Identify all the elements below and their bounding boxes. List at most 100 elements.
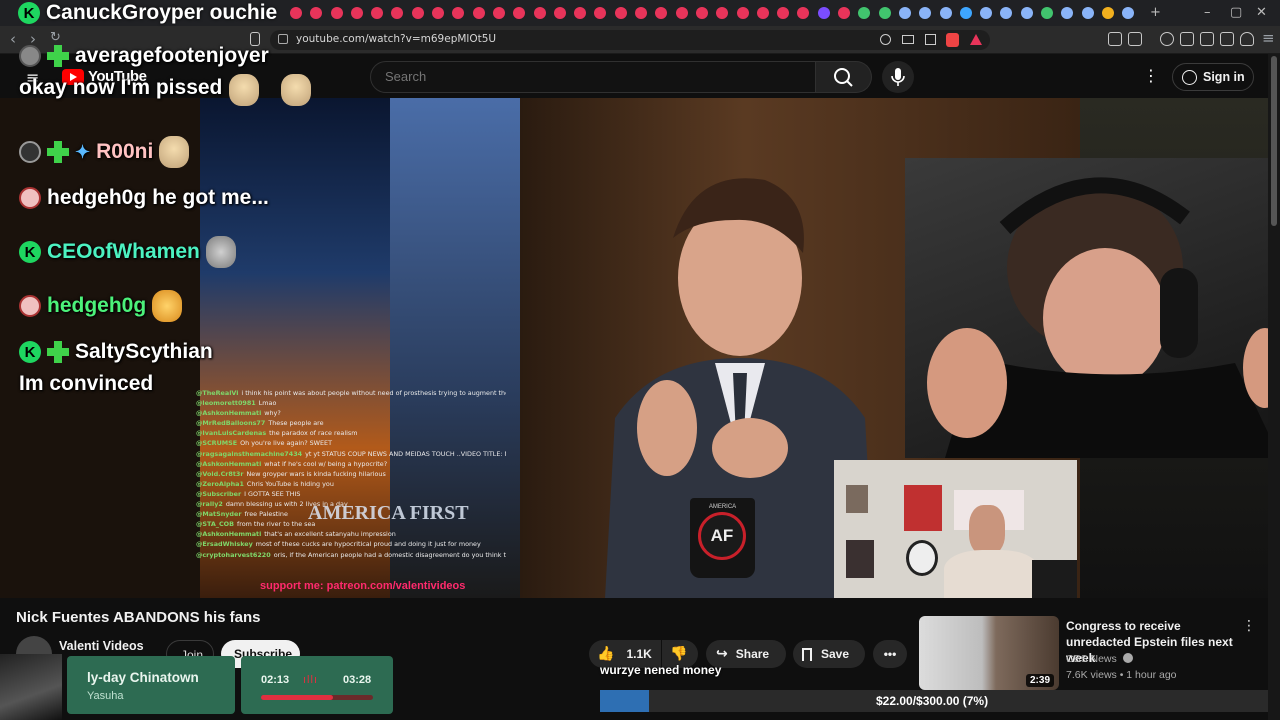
chat-line-1: averagefootenjoyer xyxy=(19,44,269,68)
recommended-menu-icon[interactable]: ⋮ xyxy=(1242,618,1256,634)
scrollbar-thumb[interactable] xyxy=(1271,56,1277,226)
search-button[interactable] xyxy=(816,61,872,93)
tab-favicon-icon[interactable] xyxy=(817,7,830,19)
embedded-chat-line: @ZeroAlpha1 Chris YouTube is hiding you xyxy=(196,479,506,489)
top-chat-message: ouchie xyxy=(209,1,278,24)
pip-webcam xyxy=(834,460,1077,598)
tab-favicon-icon[interactable] xyxy=(371,7,384,19)
embedded-chat-user: @IvanLuisCardenas xyxy=(196,429,267,438)
tab-favicon-icon[interactable] xyxy=(472,7,485,19)
tab-favicon-icon[interactable] xyxy=(1101,7,1114,19)
recommended-meta: 7.6K views • 1 hour ago xyxy=(1066,669,1177,681)
embedded-chat-user: @AshkonHemmati xyxy=(196,530,262,539)
recommended-thumbnail[interactable]: 2:39 xyxy=(919,616,1059,690)
page-scrollbar[interactable] xyxy=(1268,54,1280,720)
screenshot-icon[interactable] xyxy=(1128,32,1142,46)
tab-favicon-icon[interactable] xyxy=(777,7,790,19)
embedded-chat-line: @IvanLuisCardenas the paradox of race rea… xyxy=(196,428,506,438)
tab-favicon-icon[interactable] xyxy=(411,7,424,19)
tab-favicon-icon[interactable] xyxy=(919,7,932,19)
tab-favicon-icon[interactable] xyxy=(675,7,688,19)
embedded-chat-user: @AshkonHemmati xyxy=(196,409,262,418)
browser-menu-icon[interactable]: ≡ xyxy=(1262,29,1275,47)
tab-favicon-icon[interactable] xyxy=(513,7,526,19)
vpn-icon[interactable] xyxy=(1240,32,1254,46)
brave-shield-icon[interactable] xyxy=(946,33,959,47)
tab-favicon-icon[interactable] xyxy=(756,7,769,19)
tab-favicon-icon[interactable] xyxy=(492,7,505,19)
tab-favicon-icon[interactable] xyxy=(452,7,465,19)
tab-favicon-icon[interactable] xyxy=(614,7,627,19)
tab-favicon-icon[interactable] xyxy=(655,7,668,19)
search-box xyxy=(370,61,816,93)
embedded-chat-text: why? xyxy=(264,409,281,418)
tab-favicon-icon[interactable] xyxy=(1122,7,1135,19)
tab-favicon-icon[interactable] xyxy=(432,7,445,19)
now-playing-widget: ly-day Chinatown Yasuha 02:13 ıllı 03:28 xyxy=(0,654,395,720)
more-icon: ••• xyxy=(883,647,897,661)
leo-icon[interactable] xyxy=(1220,32,1234,46)
settings-menu-icon[interactable]: ⋮ xyxy=(1143,66,1159,85)
tab-favicon-icon[interactable] xyxy=(553,7,566,19)
tab-favicon-icon[interactable] xyxy=(736,7,749,19)
tab-favicon-icon[interactable] xyxy=(635,7,648,19)
tab-favicon-icon[interactable] xyxy=(1040,7,1053,19)
tab-favicon-icon[interactable] xyxy=(594,7,607,19)
tab-favicon-icon[interactable] xyxy=(716,7,729,19)
wallet-icon[interactable] xyxy=(1200,32,1214,46)
sub-goal-bar: $22.00/$300.00 (7%) xyxy=(600,690,1270,712)
save-button[interactable]: Save xyxy=(793,640,865,668)
media-icon[interactable] xyxy=(1160,32,1174,46)
tab-favicon-icon[interactable] xyxy=(878,7,891,19)
tab-favicon-icon[interactable] xyxy=(1000,7,1013,19)
cast-icon[interactable] xyxy=(902,35,914,44)
chat-message-1: okay now I'm pissed xyxy=(19,76,223,99)
tab-favicon-icon[interactable] xyxy=(574,7,587,19)
streamer-webcam xyxy=(905,158,1280,458)
embedded-chat-text: Oh you're live again? SWEET xyxy=(240,439,332,448)
embedded-chat-user: @ragsagainsthemachine7434 xyxy=(196,449,303,458)
sidebar-icon[interactable] xyxy=(1180,32,1194,46)
tab-favicon-icon[interactable] xyxy=(939,7,952,19)
extensions-icon[interactable] xyxy=(1108,32,1122,46)
tab-favicon-icon[interactable] xyxy=(898,7,911,19)
tab-favicon-icon[interactable] xyxy=(1020,7,1033,19)
more-actions-button[interactable]: ••• xyxy=(873,640,907,668)
share-page-icon[interactable] xyxy=(925,34,936,45)
tab-favicon-icon[interactable] xyxy=(1061,7,1074,19)
track-artist: Yasuha xyxy=(87,690,124,702)
tab-favicon-icon[interactable] xyxy=(533,7,546,19)
embedded-chat-user: @rally2 xyxy=(196,500,223,509)
video-title: Nick Fuentes ABANDONS his fans xyxy=(16,609,261,626)
zoom-icon[interactable] xyxy=(880,34,891,45)
embedded-chat-user: @leomorett0981 xyxy=(196,399,256,408)
voice-search-button[interactable] xyxy=(882,61,914,93)
embedded-chat-text: damn blessing us with 2 lives in a day xyxy=(225,500,348,509)
channel-name[interactable]: Valenti Videos xyxy=(59,639,144,653)
embedded-chat-line: @AshkonHemmati that's an excellent satany… xyxy=(196,529,506,539)
save-icon xyxy=(802,647,812,661)
embedded-chat-text: yt yt STATUS COUP NEWS AND MEIDAS TOUCH … xyxy=(305,449,506,458)
top-chat-username: CanuckGroyper xyxy=(46,1,204,24)
coffee-mug: AMERICA AF xyxy=(690,498,755,578)
tab-favicon-icon[interactable] xyxy=(858,7,871,19)
minimize-window-icon[interactable]: – xyxy=(1204,5,1211,20)
new-tab-icon[interactable]: + xyxy=(1150,5,1161,20)
tab-favicon-icon[interactable] xyxy=(838,7,851,19)
soldier-emote-icon xyxy=(281,74,311,106)
tab-favicon-icon[interactable] xyxy=(959,7,972,19)
tab-favicon-icon[interactable] xyxy=(1081,7,1094,19)
rewards-icon[interactable] xyxy=(970,34,982,45)
maximize-window-icon[interactable]: ▢ xyxy=(1230,5,1242,20)
sign-in-button[interactable]: Sign in xyxy=(1172,63,1254,91)
tab-favicon-icon[interactable] xyxy=(695,7,708,19)
embedded-chat-line: @MatSnyder free Palestine xyxy=(196,509,506,519)
url-field[interactable]: youtube.com/watch?v=m69epMlOt5U xyxy=(270,30,990,50)
tab-favicon-icon[interactable] xyxy=(980,7,993,19)
search-input[interactable] xyxy=(385,69,785,84)
close-window-icon[interactable]: ✕ xyxy=(1256,5,1267,20)
chat-line-2: ✦ R00ni xyxy=(19,136,190,168)
tab-favicon-icon[interactable] xyxy=(391,7,404,19)
chat-line-5: hedgeh0g xyxy=(19,290,183,322)
tab-favicon-icon[interactable] xyxy=(797,7,810,19)
